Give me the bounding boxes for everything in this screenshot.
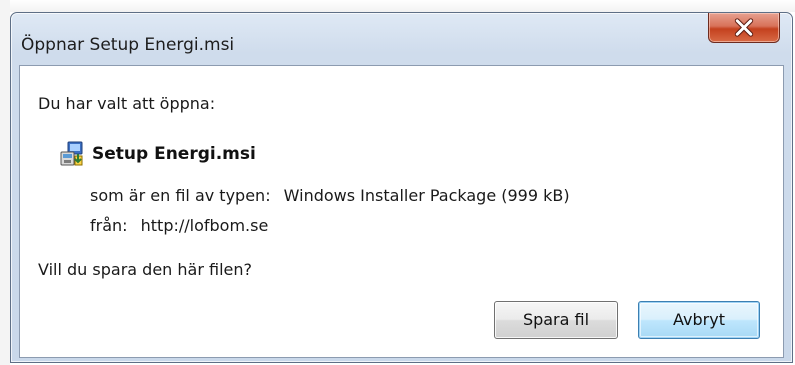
save-file-button[interactable]: Spara fil [494,301,618,339]
background-window-edge [0,0,795,12]
cancel-button[interactable]: Avbryt [638,301,760,339]
background-window-strip [0,0,10,365]
msi-installer-icon [60,141,83,166]
close-button[interactable] [708,13,780,43]
close-icon [734,18,754,37]
save-question: Vill du spara den här filen? [38,260,252,279]
file-type-value: Windows Installer Package (999 kB) [283,186,570,205]
file-type-label: som är en fil av typen: [90,186,271,205]
file-entry: Setup Energi.msi [58,138,256,170]
dialog-title: Öppnar Setup Energi.msi [21,35,235,55]
file-source-label: från: [90,216,128,235]
file-type-row: som är en fil av typen: Windows Installe… [90,186,570,205]
file-name: Setup Energi.msi [92,144,256,164]
screen: Öppnar Setup Energi.msi Du har valt att … [0,0,795,365]
file-source-value: http://lofbom.se [140,216,269,235]
dialog-content: Du har valt att öppna: Setup Energi.msi … [19,65,784,358]
dialog-titlebar[interactable]: Öppnar Setup Energi.msi [11,13,792,65]
download-dialog: Öppnar Setup Energi.msi Du har valt att … [10,12,793,363]
file-source-row: från: http://lofbom.se [90,216,268,235]
open-prompt: Du har valt att öppna: [38,94,216,113]
